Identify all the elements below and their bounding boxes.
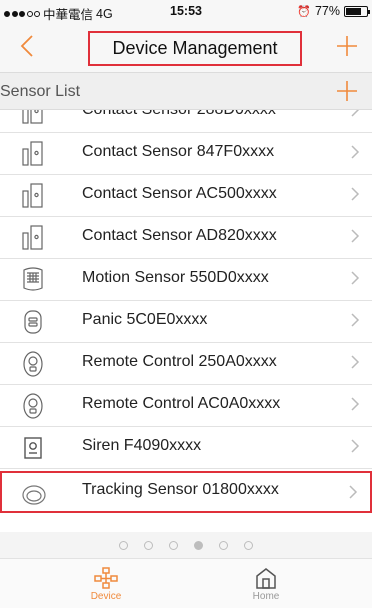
sensor-row[interactable]: Remote Control 250A0xxxx <box>0 343 372 385</box>
status-bar: 中華電信 4G 15:53 ⏰ 77% <box>0 0 372 22</box>
sensor-list-header: Sensor List <box>0 72 372 110</box>
navigation-bar: Device Management <box>0 22 372 72</box>
sensor-row[interactable]: Siren F4090xxxx <box>0 427 372 469</box>
remote-control-icon <box>22 393 44 419</box>
contact-sensor-icon <box>22 110 44 125</box>
chevron-right-icon <box>350 353 360 376</box>
remote-control-icon <box>22 351 44 377</box>
tab-home[interactable]: Home <box>226 559 306 608</box>
chevron-right-icon <box>350 185 360 208</box>
chevron-right-icon <box>350 437 360 460</box>
page-dot[interactable] <box>144 540 153 550</box>
tab-device-label: Device <box>90 591 122 602</box>
back-button[interactable] <box>12 28 42 67</box>
chevron-right-icon <box>350 395 360 418</box>
chevron-left-icon <box>20 35 33 57</box>
sensor-name: Contact Sensor AC500xxxx <box>82 185 277 202</box>
sensor-name: Tracking Sensor 01800xxxx <box>82 481 279 498</box>
sensor-name: Contact Sensor AD820xxxx <box>82 227 277 244</box>
tab-home-label: Home <box>252 591 280 602</box>
page-indicator[interactable] <box>0 532 372 558</box>
sensor-name: Contact Sensor 847F0xxxx <box>82 143 275 160</box>
motion-sensor-icon <box>22 267 44 293</box>
sensor-row[interactable]: Tracking Sensor 01800xxxx <box>0 471 372 513</box>
page-dot[interactable] <box>219 540 228 550</box>
page-dot[interactable] <box>194 540 203 550</box>
page-title-text: Device Management <box>112 38 278 58</box>
page-dot[interactable] <box>169 540 178 550</box>
sensor-row[interactable]: Contact Sensor 847F0xxxx <box>0 133 372 175</box>
chevron-right-icon <box>350 110 360 124</box>
alarm-icon: ⏰ <box>297 5 311 18</box>
page-dot[interactable] <box>119 540 128 550</box>
sensor-name: Motion Sensor 550D0xxxx <box>82 269 269 286</box>
sensor-name: Siren F4090xxxx <box>82 437 202 454</box>
battery-percent: 77% <box>314 4 340 18</box>
panic-button-icon <box>22 309 44 335</box>
add-device-button[interactable] <box>332 26 362 66</box>
device-network-icon <box>94 567 118 589</box>
sensor-row[interactable]: Panic 5C0E0xxxx <box>0 301 372 343</box>
tab-bar: Device Home <box>0 558 372 608</box>
sensor-row[interactable]: Contact Sensor AC500xxxx <box>0 175 372 217</box>
plus-icon <box>337 36 357 56</box>
section-label: Sensor List <box>0 83 81 100</box>
add-sensor-button[interactable] <box>332 73 362 109</box>
chevron-right-icon <box>350 143 360 166</box>
sensor-row[interactable]: Motion Sensor 550D0xxxx <box>0 259 372 301</box>
chevron-right-icon <box>350 269 360 292</box>
contact-sensor-icon <box>22 225 44 251</box>
sensor-name: Panic 5C0E0xxxx <box>82 311 208 328</box>
chevron-right-icon <box>348 483 358 506</box>
plus-icon <box>337 81 357 101</box>
page-dot[interactable] <box>244 540 253 550</box>
tracking-sensor-icon <box>22 481 46 507</box>
sensor-name: Contact Sensor 288D0xxxx <box>82 110 276 119</box>
sensor-row[interactable]: Contact Sensor 288D0xxxx <box>0 110 372 133</box>
contact-sensor-icon <box>22 141 44 167</box>
chevron-right-icon <box>350 227 360 250</box>
sensor-name: Remote Control AC0A0xxxx <box>82 395 281 412</box>
battery-icon <box>344 5 370 17</box>
sensor-row[interactable]: Contact Sensor AD820xxxx <box>0 217 372 259</box>
sensor-list[interactable]: Contact Sensor 288D0xxxx Contact Sensor 8… <box>0 110 372 532</box>
sensor-name: Remote Control 250A0xxxx <box>82 353 277 370</box>
status-right: ⏰ 77% <box>297 4 370 18</box>
home-icon <box>256 568 276 589</box>
siren-icon <box>22 435 44 461</box>
sensor-row[interactable]: Remote Control AC0A0xxxx <box>0 385 372 427</box>
page-title: Device Management <box>88 31 302 66</box>
tab-device[interactable]: Device <box>66 559 146 608</box>
chevron-right-icon <box>350 311 360 334</box>
contact-sensor-icon <box>22 183 44 209</box>
